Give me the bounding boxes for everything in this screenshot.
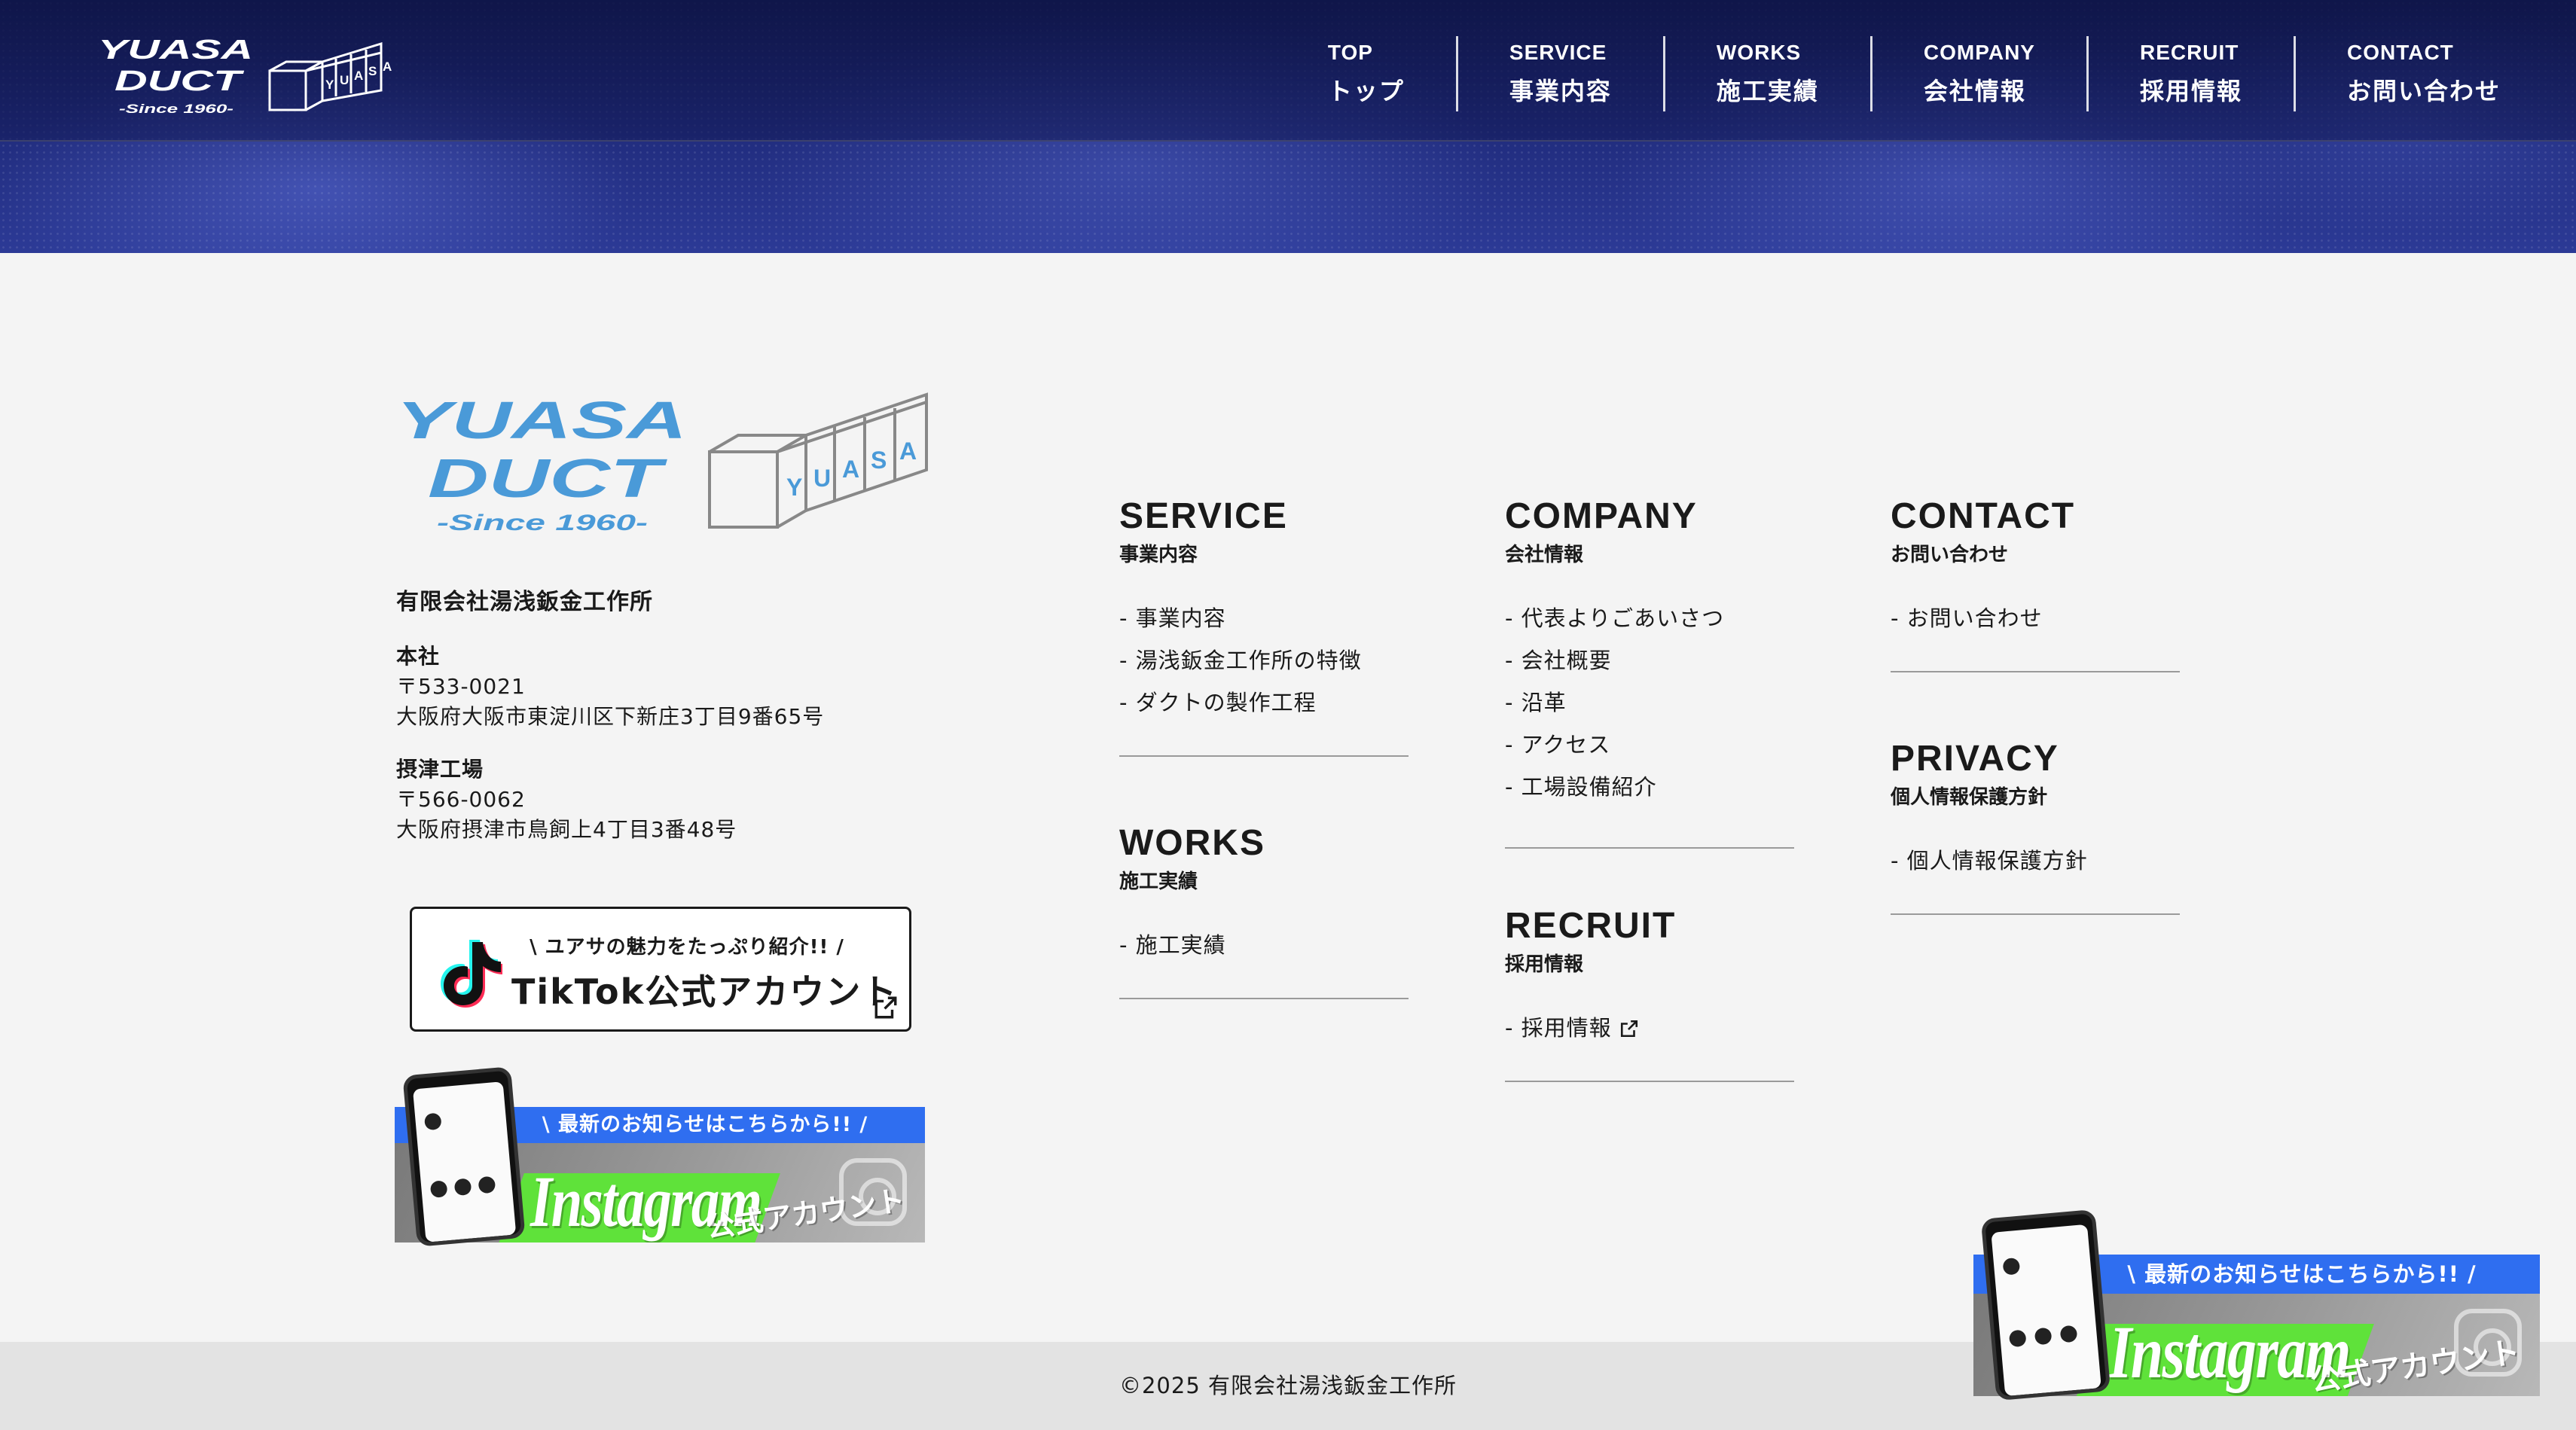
section-title: WORKS: [1119, 823, 1265, 863]
svg-text:A: A: [899, 438, 917, 465]
section-subtitle: 個人情報保護方針: [1891, 786, 2048, 809]
nav-recruit-ja: 採用情報: [2139, 77, 2242, 105]
footer-link[interactable]: - 個人情報保護方針: [1891, 840, 2180, 882]
header-logo-since: -Since 1960-: [119, 102, 233, 116]
header-duct-graphic: [268, 41, 383, 111]
main-nav: TOP トップ SERVICE 事業内容 WORKS 施工実績 COMPANY …: [1328, 36, 2501, 111]
footer-link[interactable]: - アクセス: [1505, 724, 1794, 766]
footer-logo-since: -Since 1960-: [437, 511, 648, 535]
header-logo-line2: DUCT: [114, 66, 244, 97]
tiktok-title: TikTok公式アカウント: [511, 971, 899, 1012]
section-title: COMPANY: [1505, 496, 1698, 536]
nav-top[interactable]: TOP トップ: [1328, 36, 1456, 111]
nav-contact-en: CONTACT: [2346, 41, 2454, 64]
footer-link[interactable]: - お問い合わせ: [1891, 597, 2180, 639]
divider: [1891, 913, 2180, 915]
nav-company[interactable]: COMPANY 会社情報: [1869, 36, 2086, 111]
footer-link[interactable]: - 沿革: [1505, 681, 1794, 724]
divider: [1119, 755, 1409, 757]
divider: [1505, 847, 1794, 849]
divider: [1891, 671, 2180, 672]
external-link-icon: [1620, 1020, 1637, 1038]
section-title: SERVICE: [1119, 496, 1288, 536]
svg-text:A: A: [354, 69, 363, 83]
instagram-camera-icon: [2454, 1309, 2522, 1377]
svg-text:A: A: [842, 456, 859, 483]
nav-works-en: WORKS: [1716, 41, 1802, 64]
phone-mockup-icon: [402, 1066, 526, 1247]
office-zip: 〒533-0021: [396, 674, 526, 699]
section-title: PRIVACY: [1891, 739, 2059, 779]
external-link-icon: [874, 996, 897, 1019]
section-title: CONTACT: [1891, 496, 2076, 536]
footer-link-label: - 採用情報: [1505, 1015, 1612, 1041]
section-subtitle: 会社情報: [1505, 544, 1584, 566]
footer-section-works: WORKS 施工実績 - 施工実績: [1119, 824, 1409, 999]
nav-works[interactable]: WORKS 施工実績: [1662, 36, 1870, 111]
section-subtitle: 事業内容: [1119, 544, 1198, 566]
divider: [1505, 1081, 1794, 1082]
tiktok-subtitle: \ ユアサの魅力をたっぷり紹介!! /: [530, 936, 844, 959]
nav-service-ja: 事業内容: [1509, 77, 1612, 105]
header-logo[interactable]: YUASA DUCT -Since 1960- Y U A S A: [95, 36, 396, 119]
nav-top-en: TOP: [1327, 41, 1373, 64]
nav-company-en: COMPANY: [1923, 41, 2035, 64]
copyright-text: ©2025 有限会社湯浅鈑金工作所: [1119, 1373, 1457, 1398]
nav-top-ja: トップ: [1327, 77, 1405, 105]
office-address: 大阪府摂津市鳥飼上4丁目3番48号: [396, 817, 737, 842]
office-zip: 〒566-0062: [396, 787, 526, 812]
footer-section-service: SERVICE 事業内容 - 事業内容 - 湯浅鈑金工作所の特徴 - ダクトの製…: [1119, 497, 1409, 757]
svg-text:S: S: [368, 64, 377, 78]
footer-section-contact: CONTACT お問い合わせ - お問い合わせ: [1891, 497, 2180, 672]
office-title: 摂津工場: [396, 757, 484, 782]
office-address: 大阪府大阪市東淀川区下新庄3丁目9番65号: [396, 704, 825, 729]
svg-text:Y: Y: [325, 78, 334, 92]
nav-works-ja: 施工実績: [1716, 77, 1819, 105]
section-subtitle: お問い合わせ: [1891, 544, 2009, 566]
tiktok-icon: [441, 940, 502, 1008]
instagram-banner[interactable]: \ 最新のお知らせはこちらから!! / Instagram 公式アカウント: [395, 1066, 925, 1247]
nav-recruit-en: RECRUIT: [2139, 41, 2239, 64]
footer-section-recruit: RECRUIT 採用情報 - 採用情報: [1505, 907, 1794, 1082]
svg-text:U: U: [340, 73, 349, 87]
nav-recruit[interactable]: RECRUIT 採用情報: [2086, 36, 2294, 111]
footer-link[interactable]: - 事業内容: [1119, 597, 1409, 639]
office-settsu-factory: 摂津工場 〒566-0062 大阪府摂津市鳥飼上4丁目3番48号: [396, 755, 737, 845]
svg-text:S: S: [871, 447, 887, 474]
footer-logo-line1: YUASA: [396, 392, 687, 450]
section-subtitle: 採用情報: [1505, 953, 1584, 976]
footer-section-company: COMPANY 会社情報 - 代表よりごあいさつ - 会社概要 - 沿革 - ア…: [1505, 497, 1794, 849]
footer-link[interactable]: - 施工実績: [1119, 924, 1409, 966]
footer-duct-graphic: [708, 392, 928, 529]
header-logo-line1: YUASA: [98, 36, 253, 65]
section-title: RECRUIT: [1505, 906, 1677, 946]
footer-section-privacy: PRIVACY 個人情報保護方針 - 個人情報保護方針: [1891, 739, 2180, 915]
footer-logo-line2: DUCT: [428, 449, 668, 509]
tiktok-account-button[interactable]: \ ユアサの魅力をたっぷり紹介!! / TikTok公式アカウント: [410, 907, 911, 1032]
nav-service-en: SERVICE: [1509, 41, 1607, 64]
divider: [1119, 998, 1409, 999]
svg-text:Y: Y: [786, 474, 802, 501]
office-headquarters: 本社 〒533-0021 大阪府大阪市東淀川区下新庄3丁目9番65号: [396, 642, 824, 732]
svg-text:A: A: [383, 59, 392, 74]
footer-link[interactable]: - 会社概要: [1505, 639, 1794, 681]
phone-mockup-icon: [1980, 1209, 2111, 1401]
footer-link[interactable]: - 代表よりごあいさつ: [1505, 597, 1794, 639]
nav-contact[interactable]: CONTACT お問い合わせ: [2293, 36, 2501, 111]
office-title: 本社: [396, 644, 441, 669]
instagram-floating-banner[interactable]: \ 最新のお知らせはこちらから!! / Instagram 公式アカウント: [1973, 1209, 2540, 1401]
instagram-camera-icon: [839, 1158, 907, 1226]
footer-link[interactable]: - 工場設備紹介: [1505, 766, 1794, 808]
company-name: 有限会社湯浅鈑金工作所: [396, 589, 653, 615]
nav-contact-ja: お問い合わせ: [2346, 77, 2501, 105]
nav-service[interactable]: SERVICE 事業内容: [1455, 36, 1663, 111]
footer-link[interactable]: - 湯浅鈑金工作所の特徴: [1119, 639, 1409, 681]
nav-company-ja: 会社情報: [1923, 77, 2026, 105]
footer-logo[interactable]: YUASA DUCT -Since 1960- Y U A S A: [395, 392, 929, 535]
footer-link[interactable]: - ダクトの製作工程: [1119, 681, 1409, 724]
svg-text:U: U: [813, 465, 831, 492]
footer-link-recruit[interactable]: - 採用情報: [1505, 1007, 1794, 1049]
site-header: YUASA DUCT -Since 1960- Y U A S A TOP トッ…: [0, 0, 2576, 142]
section-subtitle: 施工実績: [1119, 871, 1198, 893]
